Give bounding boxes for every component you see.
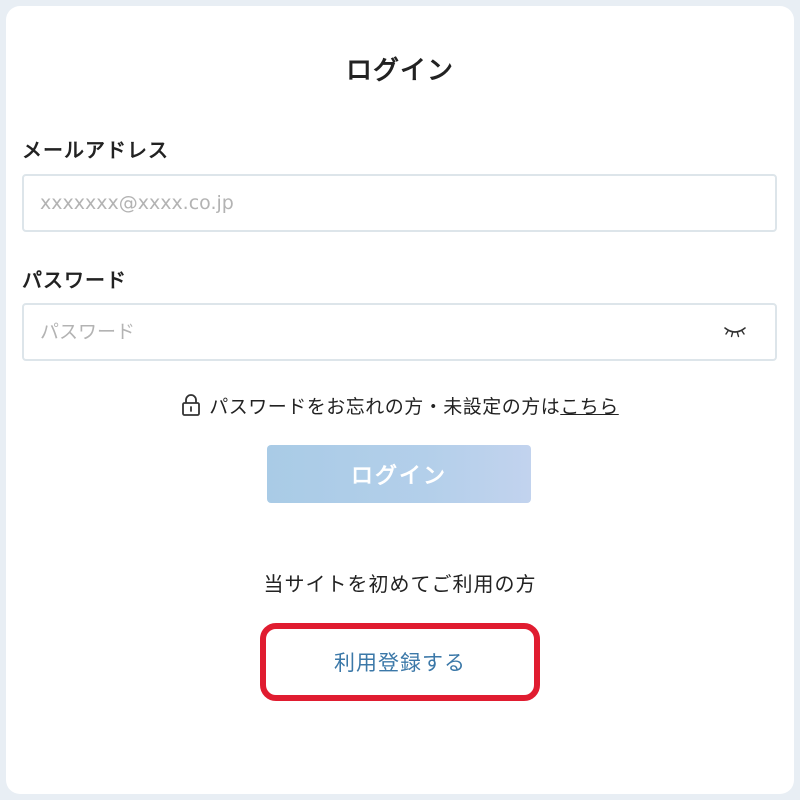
- forgot-password-text: パスワードをお忘れの方・未設定の方は: [209, 396, 561, 418]
- login-panel: ログイン メールアドレス パスワード パスワードをお忘れの方・未設定の方はこちら…: [6, 6, 794, 794]
- email-field-box: [22, 174, 777, 232]
- email-label: メールアドレス: [22, 138, 169, 162]
- first-time-user-text: 当サイトを初めてご利用の方: [263, 572, 537, 596]
- eye-closed-icon[interactable]: [723, 324, 747, 338]
- email-input[interactable]: [24, 176, 700, 230]
- forgot-password-row: パスワードをお忘れの方・未設定の方はこちら: [6, 392, 794, 419]
- forgot-password-link[interactable]: こちら: [560, 396, 619, 418]
- lock-icon: [182, 394, 201, 416]
- login-button[interactable]: ログイン: [267, 445, 531, 503]
- password-label: パスワード: [22, 268, 127, 292]
- page-title: ログイン: [345, 56, 454, 86]
- password-input[interactable]: [24, 305, 700, 359]
- register-button[interactable]: 利用登録する: [271, 634, 529, 690]
- password-field-box: [22, 303, 777, 361]
